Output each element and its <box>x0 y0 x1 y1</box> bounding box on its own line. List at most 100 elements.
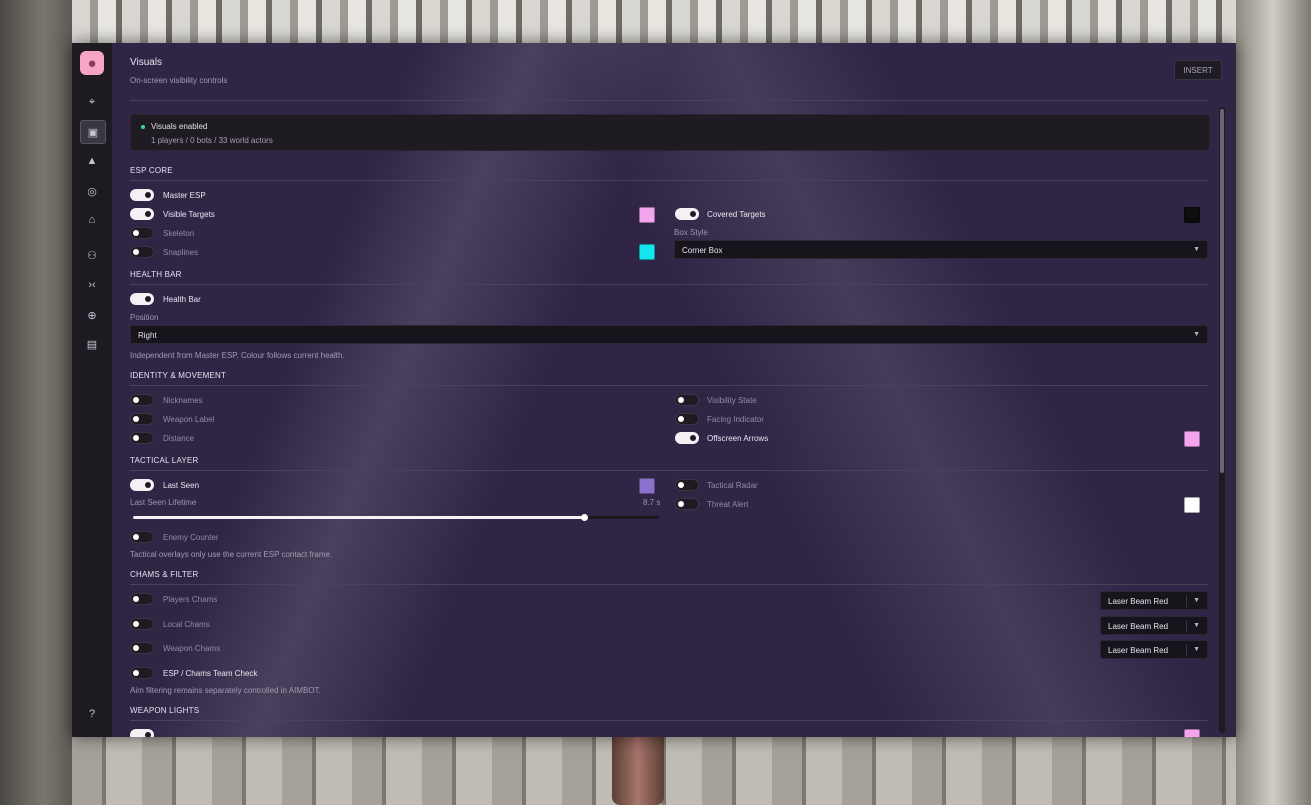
sidebar-item-target[interactable]: ◎ <box>80 180 104 202</box>
target-icon: ◎ <box>87 185 97 198</box>
weapon-label-toggle[interactable] <box>130 413 154 425</box>
tactical-note: Tactical overlays only use the current E… <box>130 550 333 559</box>
game-weapon-barrel <box>612 737 664 805</box>
distance-toggle[interactable] <box>130 432 154 444</box>
weapon-chams-material-select[interactable]: Laser Beam Red ▼ <box>1100 640 1208 659</box>
team-check-toggle[interactable] <box>130 667 154 679</box>
settings-icon: ⊕ <box>87 309 97 322</box>
section-weapon-lights: WEAPON LIGHTS <box>130 706 200 715</box>
facing-indicator-toggle[interactable] <box>675 413 699 425</box>
offscreen-arrows-toggle[interactable] <box>675 432 699 444</box>
nicknames-label: Nicknames <box>163 396 203 405</box>
sidebar-item-code[interactable]: ›‹ <box>80 274 104 296</box>
sidebar-item-users[interactable]: ⚇ <box>80 244 104 266</box>
snaplines-toggle[interactable] <box>130 246 154 258</box>
local-chams-material-select[interactable]: Laser Beam Red ▼ <box>1100 616 1208 635</box>
sidebar-item-warning[interactable]: ▲ <box>80 150 104 172</box>
tactical-radar-toggle[interactable] <box>675 479 699 491</box>
position-caption: Position <box>130 313 159 322</box>
box-style-select[interactable]: Corner Box ▼ <box>674 240 1208 259</box>
select-divider <box>1186 644 1187 656</box>
covered-targets-color-swatch[interactable] <box>1184 207 1200 223</box>
enemy-counter-label: Enemy Counter <box>163 533 219 542</box>
chevron-down-icon: ▼ <box>1193 331 1200 338</box>
players-chams-material-value: Laser Beam Red <box>1108 597 1169 606</box>
facing-indicator-label: Facing Indicator <box>707 415 764 424</box>
sidebar-rail: ● ⌖ ▣ ▲ ◎ ⌂ ⚇ ›‹ ⊕ ▤ ? <box>72 43 112 737</box>
threat-alert-color-swatch[interactable] <box>1184 497 1200 513</box>
last-seen-lifetime-slider-handle[interactable] <box>581 514 588 521</box>
offscreen-arrows-color-swatch[interactable] <box>1184 431 1200 447</box>
last-seen-color-swatch[interactable] <box>639 478 655 494</box>
cat-face-icon[interactable]: ● <box>80 51 104 75</box>
warning-icon: ▲ <box>86 155 98 167</box>
nicknames-toggle[interactable] <box>130 394 154 406</box>
players-chams-toggle[interactable] <box>130 593 154 605</box>
last-seen-lifetime-caption: Last Seen Lifetime <box>130 498 197 507</box>
snaplines-color-swatch[interactable] <box>639 244 655 260</box>
page-subtitle: On-screen visibility controls <box>130 76 228 85</box>
box-style-caption: Box Style <box>674 228 708 237</box>
chevron-down-icon: ▼ <box>1193 622 1200 629</box>
box-style-value: Corner Box <box>682 246 723 255</box>
section-divider <box>130 720 1208 721</box>
weapon-lights-color-swatch[interactable] <box>1184 729 1200 737</box>
position-value: Right <box>138 331 157 340</box>
scrollbar-thumb[interactable] <box>1220 109 1224 473</box>
visible-targets-toggle[interactable] <box>130 208 154 220</box>
skeleton-toggle[interactable] <box>130 227 154 239</box>
health-bar-label: Health Bar <box>163 295 201 304</box>
weapon-chams-toggle[interactable] <box>130 642 154 654</box>
covered-targets-label: Covered Targets <box>707 210 766 219</box>
visible-targets-label: Visible Targets <box>163 210 215 219</box>
section-identity-movement: IDENTITY & MOVEMENT <box>130 371 227 380</box>
visibility-state-label: Visibility State <box>707 396 757 405</box>
health-bar-position-select[interactable]: Right ▼ <box>130 325 1208 344</box>
status-counts: 1 players / 0 bots / 33 world actors <box>151 136 273 145</box>
health-bar-toggle[interactable] <box>130 293 154 305</box>
help-icon[interactable]: ? <box>80 703 104 725</box>
section-tactical-layer: TACTICAL LAYER <box>130 456 199 465</box>
offscreen-arrows-label: Offscreen Arrows <box>707 434 769 443</box>
insert-key-button[interactable]: INSERT <box>1174 60 1222 80</box>
chams-note: Aim filtering remains separately control… <box>130 686 321 695</box>
section-divider <box>130 385 1208 386</box>
sidebar-item-inbox[interactable]: ⌂ <box>80 209 104 231</box>
code-icon: ›‹ <box>88 279 96 291</box>
crosshair-icon: ⌖ <box>88 95 96 108</box>
section-health-bar: HEALTH BAR <box>130 270 182 279</box>
last-seen-toggle[interactable] <box>130 479 154 491</box>
status-dot-icon <box>141 125 145 129</box>
skeleton-label: Skeleton <box>163 229 195 238</box>
last-seen-lifetime-slider-fill <box>133 516 585 519</box>
chevron-down-icon: ▼ <box>1193 597 1200 604</box>
sidebar-item-media[interactable]: ▤ <box>80 333 104 355</box>
master-esp-toggle[interactable] <box>130 189 154 201</box>
enemy-counter-toggle[interactable] <box>130 531 154 543</box>
section-chams-filter: CHAMS & FILTER <box>130 570 199 579</box>
sidebar-item-crosshair[interactable]: ⌖ <box>80 91 104 113</box>
section-divider <box>130 470 1208 471</box>
threat-alert-toggle[interactable] <box>675 498 699 510</box>
visibility-state-toggle[interactable] <box>675 394 699 406</box>
local-chams-toggle[interactable] <box>130 618 154 630</box>
users-icon: ⚇ <box>87 249 97 262</box>
players-chams-label: Players Chams <box>163 595 218 604</box>
weapon-lights-toggle[interactable] <box>130 729 154 737</box>
sidebar-item-visuals[interactable]: ▣ <box>80 120 106 144</box>
local-chams-material-value: Laser Beam Red <box>1108 622 1169 631</box>
team-check-label: ESP / Chams Team Check <box>163 669 258 678</box>
page-title: Visuals <box>130 57 163 68</box>
health-bar-note: Independent from Master ESP. Colour foll… <box>130 351 345 360</box>
snaplines-label: Snaplines <box>163 248 199 257</box>
weapon-chams-label: Weapon Chams <box>163 644 221 653</box>
visible-targets-color-swatch[interactable] <box>639 207 655 223</box>
select-divider <box>1186 595 1187 607</box>
tactical-radar-label: Tactical Radar <box>707 481 758 490</box>
covered-targets-toggle[interactable] <box>675 208 699 220</box>
players-chams-material-select[interactable]: Laser Beam Red ▼ <box>1100 591 1208 610</box>
last-seen-lifetime-value: 8.7 s <box>643 498 661 507</box>
game-scene-top <box>72 0 1236 43</box>
sidebar-item-settings[interactable]: ⊕ <box>80 304 104 326</box>
chevron-down-icon: ▼ <box>1193 246 1200 253</box>
